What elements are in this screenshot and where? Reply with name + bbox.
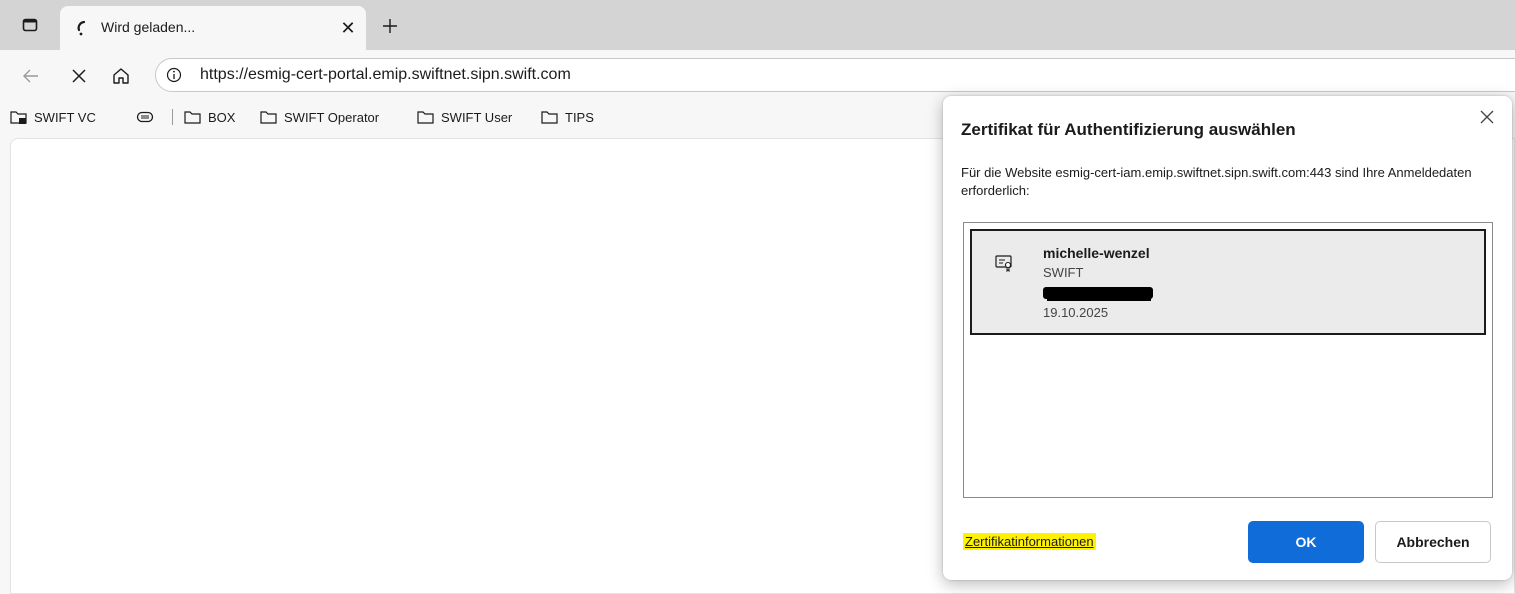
folder-icon xyxy=(417,111,434,124)
tab-title: Wird geladen... xyxy=(101,19,196,35)
certificate-dialog: Zertifikat für Authentifizierung auswähl… xyxy=(943,96,1512,580)
certificate-list: michelle-wenzel SWIFT 19.10.2025 xyxy=(963,222,1493,498)
loading-spinner-icon xyxy=(77,20,86,36)
certificate-date: 19.10.2025 xyxy=(1043,305,1109,320)
dialog-description: Für die Website esmig-cert-iam.emip.swif… xyxy=(961,165,1472,198)
tab-actions-button[interactable] xyxy=(12,10,48,40)
ok-button[interactable]: OK xyxy=(1248,521,1364,563)
dialog-close-button[interactable] xyxy=(1475,105,1499,129)
certificate-name: michelle-wenzel xyxy=(1043,245,1150,261)
folder-icon xyxy=(184,111,201,124)
new-tab-button[interactable] xyxy=(376,12,404,40)
back-arrow-icon xyxy=(23,69,38,83)
certificate-issuer: SWIFT xyxy=(1043,265,1084,280)
back-button[interactable] xyxy=(16,61,46,91)
bookmark-label: TIPS xyxy=(565,109,594,125)
navigation-toolbar: https://esmig-cert-portal.emip.swiftnet.… xyxy=(0,50,1515,100)
bookmarks-separator xyxy=(172,109,173,125)
bookmark-label: SWIFT VC xyxy=(34,109,96,125)
bookmark-pill[interactable] xyxy=(136,107,160,127)
tab-close-icon[interactable]: ✕ xyxy=(336,16,360,40)
close-icon xyxy=(72,69,86,83)
close-icon xyxy=(1480,110,1494,124)
stop-loading-button[interactable] xyxy=(64,61,94,91)
cancel-button[interactable]: Abbrechen xyxy=(1375,521,1491,563)
folder-lock-icon xyxy=(10,111,27,124)
certificate-icon xyxy=(995,255,1012,273)
folder-icon xyxy=(541,111,558,124)
bookmark-label: SWIFT User xyxy=(441,109,513,125)
url-text[interactable]: https://esmig-cert-portal.emip.swiftnet.… xyxy=(200,66,571,84)
home-button[interactable] xyxy=(106,61,136,91)
plus-icon xyxy=(383,19,397,33)
tab-strip: Wird geladen... ✕ xyxy=(0,0,1515,50)
bookmark-swift-operator[interactable]: SWIFT Operator xyxy=(260,107,379,127)
folder-icon xyxy=(260,111,277,124)
bookmark-tips[interactable]: TIPS xyxy=(541,107,594,127)
dialog-title: Zertifikat für Authentifizierung auswähl… xyxy=(961,120,1296,139)
bookmark-swift-user[interactable]: SWIFT User xyxy=(417,107,512,127)
bookmark-swift-vc[interactable]: SWIFT VC xyxy=(10,107,96,127)
home-icon xyxy=(113,68,129,84)
browser-tab[interactable]: Wird geladen... ✕ xyxy=(60,6,366,50)
certificate-item[interactable]: michelle-wenzel SWIFT 19.10.2025 xyxy=(970,229,1486,335)
certificate-info-link[interactable]: Zertifikatinformationen xyxy=(963,533,1096,550)
redaction-bar xyxy=(1047,297,1151,301)
bookmark-box[interactable]: BOX xyxy=(184,107,235,127)
info-icon[interactable] xyxy=(166,67,182,83)
bookmark-label: SWIFT Operator xyxy=(284,109,380,125)
pill-icon xyxy=(136,111,154,123)
bookmark-label: BOX xyxy=(208,109,236,125)
address-bar[interactable]: https://esmig-cert-portal.emip.swiftnet.… xyxy=(155,58,1515,92)
tab-actions-icon xyxy=(22,18,38,32)
